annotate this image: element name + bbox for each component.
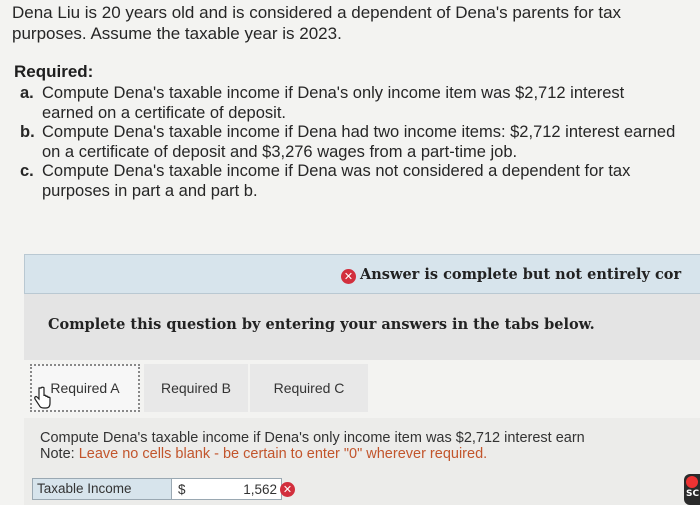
side-widget-label: SC xyxy=(686,489,700,499)
tab-required-c[interactable]: Required C xyxy=(250,364,368,412)
part-text: Compute Dena's taxable income if Dena's … xyxy=(42,84,625,122)
status-text: Answer is complete but not entirely cor xyxy=(360,266,682,283)
tabs-bar: Required A Required B Required C xyxy=(24,364,700,412)
answer-status-banner: ✕ Answer is complete but not entirely cor xyxy=(24,254,700,294)
part-text: Compute Dena's taxable income if Dena ha… xyxy=(42,123,676,161)
part-letter: c. xyxy=(20,162,34,180)
side-widget-button[interactable]: SC xyxy=(684,474,700,505)
tab-content-panel: Compute Dena's taxable income if Dena's … xyxy=(24,418,700,505)
answer-row: Taxable Income $ 1,562 ✕ xyxy=(32,478,299,500)
tab-required-b[interactable]: Required B xyxy=(144,364,248,412)
note-text: Note: Leave no cells blank - be certain … xyxy=(40,446,487,463)
taxable-income-input[interactable]: $ 1,562 xyxy=(172,478,282,500)
list-item: c. Compute Dena's taxable income if Dena… xyxy=(20,162,680,201)
note-body: Leave no cells blank - be certain to ent… xyxy=(74,446,488,462)
x-circle-icon: ✕ xyxy=(341,269,356,284)
x-circle-icon: ✕ xyxy=(280,481,295,497)
status-message: ✕ Answer is complete but not entirely cor xyxy=(341,266,681,284)
question-text: Compute Dena's taxable income if Dena's … xyxy=(40,430,585,446)
part-text: Compute Dena's taxable income if Dena wa… xyxy=(42,162,631,200)
taxable-income-label: Taxable Income xyxy=(32,478,172,500)
note-label: Note: xyxy=(40,446,75,462)
list-item: a. Compute Dena's taxable income if Dena… xyxy=(20,84,680,123)
problem-intro: Dena Liu is 20 years old and is consider… xyxy=(12,3,622,43)
instruction-panel: Complete this question by entering your … xyxy=(24,294,700,360)
required-parts-list: a. Compute Dena's taxable income if Dena… xyxy=(20,84,680,201)
hand-pointer-icon xyxy=(34,386,51,409)
required-heading: Required: xyxy=(14,62,94,81)
part-letter: a. xyxy=(20,84,34,102)
record-dot-icon xyxy=(686,476,698,488)
part-letter: b. xyxy=(20,123,35,141)
tab-label: Required B xyxy=(160,380,232,396)
instruction-text: Complete this question by entering your … xyxy=(48,316,595,333)
tab-label: Required C xyxy=(273,380,345,396)
tab-label: Required A xyxy=(50,380,120,396)
input-value: 1,562 xyxy=(243,481,277,497)
list-item: b. Compute Dena's taxable income if Dena… xyxy=(20,123,680,162)
currency-symbol: $ xyxy=(178,481,186,497)
